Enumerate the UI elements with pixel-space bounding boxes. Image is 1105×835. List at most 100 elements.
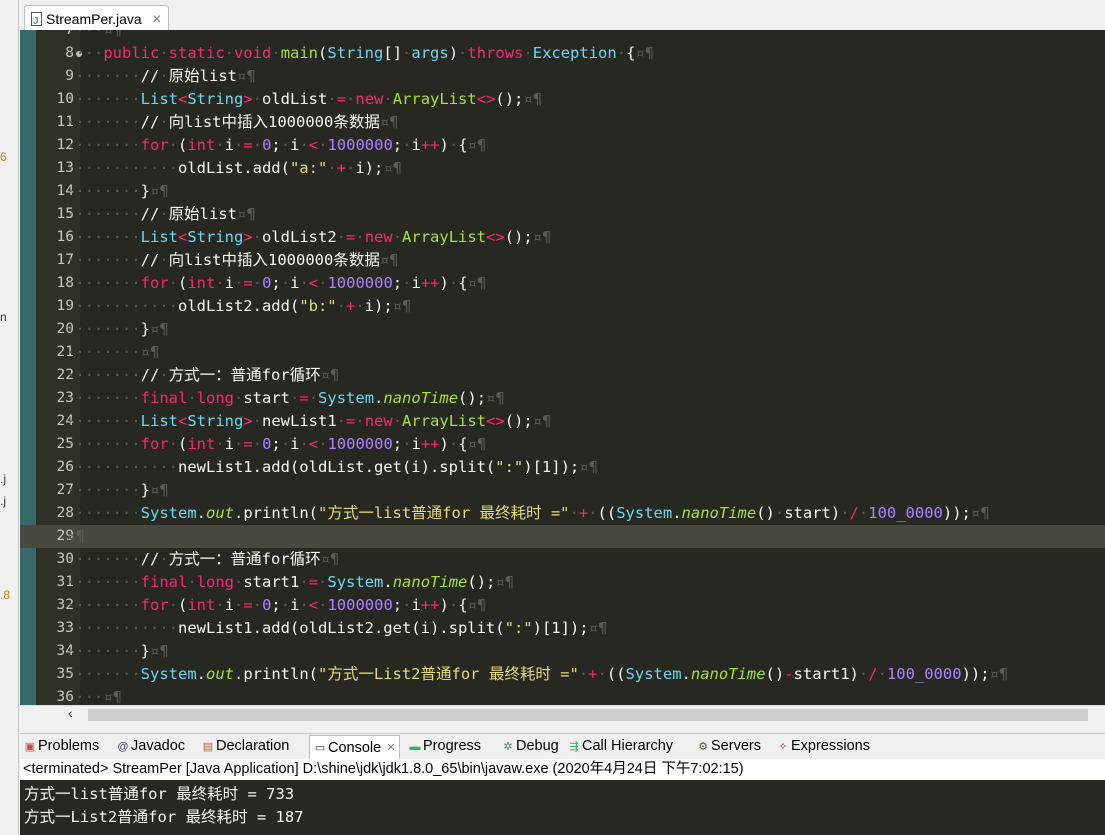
expressions-icon: ✧ (778, 740, 788, 753)
left-strip-fragment: 6 (0, 150, 7, 164)
code-line[interactable]: 12 ········for·(int·i·=·0;·i·<·1000000;·i… (20, 134, 1105, 157)
code-line[interactable]: 7 ····¤¶ (20, 30, 1105, 42)
code-line[interactable]: 24 ········List<String>·newList1·=·new·Ar… (20, 410, 1105, 433)
tab-debug[interactable]: ✲ Debug (502, 734, 558, 759)
console-output[interactable]: 方式一list普通for 最终耗时 = 733 方式一List2普通for 最终… (20, 780, 1105, 835)
code-line[interactable]: 17 ········//·向list中插入1000000条数据¤¶ (20, 249, 1105, 272)
code-text: ········for·(int·i·=·0;·i·<·1000000;·i++… (66, 596, 487, 614)
code-line[interactable]: 22 ········//·方式一：普通for循环¤¶ (20, 364, 1105, 387)
bottom-view-tabs: ▣ Problems @ Javadoc ▤ Declaration ▭ Console ✕ ▬ P… (20, 733, 1105, 760)
editor-tab-bar: StreamPer.java ✕ (20, 0, 1105, 34)
tab-expressions[interactable]: ✧ Expressions (777, 734, 870, 759)
code-line[interactable]: 36 ····¤¶ (20, 686, 1105, 705)
code-text: ········//·方式一：普通for循环¤¶ (66, 366, 340, 384)
console-status-line: <terminated> StreamPer [Java Application… (20, 759, 1105, 780)
code-line[interactable]: 28 ········System.out.println("方式一list普通f… (20, 502, 1105, 525)
code-line[interactable]: 14 ········}¤¶ (20, 180, 1105, 203)
code-line[interactable]: 26 ············newList1.add(oldList.get(i… (20, 456, 1105, 479)
scroll-left-icon[interactable]: ‹ (68, 705, 73, 721)
code-line[interactable]: 32 ········for·(int·i·=·0;·i·<·1000000;·i… (20, 594, 1105, 617)
left-strip-fragment: n (0, 310, 7, 324)
horizontal-scrollbar[interactable]: ‹ (20, 705, 1105, 724)
code-text: ········final·long·start1·=·System.nanoT… (66, 573, 515, 591)
code-line[interactable]: 8 ····public·static·void·main(String[]·ar… (20, 42, 1105, 65)
code-line[interactable]: 21 ········¤¶ (20, 341, 1105, 364)
code-text: ········//·向list中插入1000000条数据¤¶ (66, 251, 399, 269)
tab-label: Declaration (216, 738, 290, 754)
code-line[interactable]: 23 ········final·long·start·=·System.nano… (20, 387, 1105, 410)
java-file-icon (31, 10, 42, 34)
code-line[interactable]: 25 ········for·(int·i·=·0;·i·<·1000000;·i… (20, 433, 1105, 456)
code-line[interactable]: 11 ········//·向list中插入1000000条数据¤¶ (20, 111, 1105, 134)
code-text: ············newList1.add(oldList.get(i).… (66, 458, 598, 476)
code-text: ········}¤¶ (66, 182, 169, 200)
code-text: ········List<String>·newList1·=·new·Arra… (66, 412, 552, 430)
code-text: ········}¤¶ (66, 320, 169, 338)
scrollbar-thumb[interactable] (88, 709, 1088, 721)
tab-label: Console (328, 739, 382, 756)
tab-declaration[interactable]: ▤ Declaration (202, 734, 290, 759)
code-line[interactable]: 10 ········List<String>·oldList·=·new·Arr… (20, 88, 1105, 111)
tab-label: Javadoc (131, 738, 186, 754)
tab-call-hierarchy[interactable]: ⇶ Call Hierarchy (568, 734, 673, 759)
tab-javadoc[interactable]: @ Javadoc (117, 734, 185, 759)
code-line[interactable]: 19 ············oldList2.add("b:"·+·i);¤¶ (20, 295, 1105, 318)
close-icon[interactable]: ✕ (386, 736, 395, 761)
debug-icon: ✲ (503, 740, 513, 753)
console-line: 方式一list普通for 最终耗时 = 733 (24, 785, 295, 803)
code-text: ············oldList.add("a:"·+·i);¤¶ (66, 159, 402, 177)
code-line[interactable]: 9 ········//·原始list¤¶ (20, 65, 1105, 88)
code-text: ····public·static·void·main(String[]·arg… (66, 44, 655, 62)
tab-label: Expressions (791, 738, 870, 754)
code-line[interactable]: 29 ¤¶ (20, 525, 1105, 548)
code-line[interactable]: 34 ········}¤¶ (20, 640, 1105, 663)
code-line[interactable]: 33 ············newList1.add(oldList2.get(… (20, 617, 1105, 640)
code-text: ¤¶ (66, 527, 85, 545)
code-line[interactable]: 15 ········//·原始list¤¶ (20, 203, 1105, 226)
code-line[interactable]: 31 ········final·long·start1·=·System.nan… (20, 571, 1105, 594)
tab-problems[interactable]: ▣ Problems (24, 734, 99, 759)
code-text: ····¤¶ (66, 30, 122, 39)
console-icon: ▭ (314, 742, 326, 754)
code-text: ········}¤¶ (66, 642, 169, 660)
tab-label: Call Hierarchy (582, 738, 674, 754)
tab-label: Progress (423, 738, 482, 754)
code-line[interactable]: 13 ············oldList.add("a:"·+·i);¤¶ (20, 157, 1105, 180)
progress-icon: ▬ (409, 740, 421, 753)
code-text: ········//·向list中插入1000000条数据¤¶ (66, 113, 399, 131)
code-text: ········//·原始list¤¶ (66, 205, 256, 223)
code-text: ········List<String>·oldList2·=·new·Arra… (66, 228, 552, 246)
declaration-icon: ▤ (202, 740, 214, 753)
code-line[interactable]: 16 ········List<String>·oldList2·=·new·Ar… (20, 226, 1105, 249)
problems-icon: ▣ (24, 740, 36, 753)
code-text: ········}¤¶ (66, 481, 169, 499)
tab-servers[interactable]: ⚙ Servers (697, 734, 761, 759)
code-line[interactable]: 18 ········for·(int·i·=·0;·i·<·1000000;·i… (20, 272, 1105, 295)
left-strip-fragment: .j (0, 472, 6, 486)
tab-label: Problems (38, 738, 100, 754)
code-text: ········System.out.println("方式一List2普通fo… (66, 665, 1009, 683)
close-icon[interactable]: ✕ (152, 7, 162, 31)
editor-tab-label: StreamPer.java (46, 10, 142, 27)
code-line[interactable]: 20 ········}¤¶ (20, 318, 1105, 341)
code-text: ········//·原始list¤¶ (66, 67, 256, 85)
tab-progress[interactable]: ▬ Progress (409, 734, 482, 759)
code-text: ········for·(int·i·=·0;·i·<·1000000;·i++… (66, 136, 487, 154)
code-text: ········for·(int·i·=·0;·i·<·1000000;·i++… (66, 274, 487, 292)
code-editor[interactable]: 7 ····¤¶ 8 ····public·static·void·main(Stri… (20, 30, 1105, 705)
tab-label: Servers (711, 738, 761, 754)
left-panel-strip: 6 n .j .j .8 (0, 0, 19, 835)
code-line[interactable]: 35 ········System.out.println("方式一List2普通… (20, 663, 1105, 686)
code-text: ········System.out.println("方式一list普通for… (66, 504, 990, 522)
editor-tab-streamper[interactable]: StreamPer.java ✕ (24, 5, 169, 34)
left-strip-fragment: .j (0, 494, 6, 508)
tab-console[interactable]: ▭ Console ✕ (309, 735, 401, 761)
console-line: 方式一List2普通for 最终耗时 = 187 (24, 808, 304, 826)
code-text: ········//·方式一：普通for循环¤¶ (66, 550, 340, 568)
code-text: ········for·(int·i·=·0;·i·<·1000000;·i++… (66, 435, 487, 453)
call-hierarchy-icon: ⇶ (569, 740, 579, 753)
code-line[interactable]: 30 ········//·方式一：普通for循环¤¶ (20, 548, 1105, 571)
code-line[interactable]: 27 ········}¤¶ (20, 479, 1105, 502)
code-text: ········List<String>·oldList·=·new·Array… (66, 90, 543, 108)
code-text: ········¤¶ (66, 343, 160, 361)
